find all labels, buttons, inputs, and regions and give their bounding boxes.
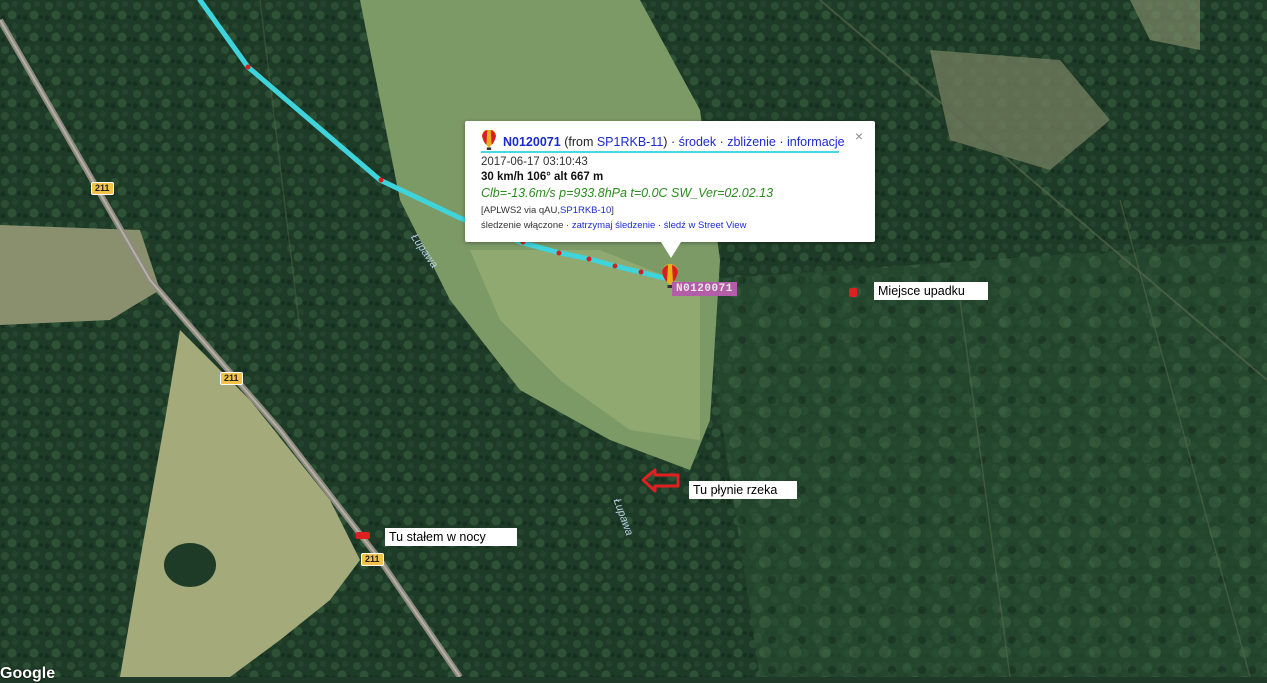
popup-link-info[interactable]: informacje xyxy=(787,135,845,149)
night-stop-marker xyxy=(356,532,370,539)
crash-site-marker xyxy=(849,288,857,297)
popup-header: N0120071 (from SP1RKB-11) · środek · zbl… xyxy=(481,129,845,153)
annotation-night-stop: Tu stałem w nocy xyxy=(385,528,517,546)
road-shield: 211 xyxy=(220,372,243,385)
road-shield: 211 xyxy=(361,553,384,566)
forest-island xyxy=(164,543,216,587)
popup-path-suffix: ] xyxy=(611,205,614,216)
popup-path-station[interactable]: SP1RKB-10 xyxy=(560,205,611,216)
popup-callsign[interactable]: N0120071 xyxy=(503,135,561,149)
popup-link-center[interactable]: środek xyxy=(679,135,717,149)
stop-tracking-link[interactable]: zatrzymaj śledzenie xyxy=(572,220,655,231)
tracking-status: śledzenie włączone xyxy=(481,220,564,231)
station-label[interactable]: N0120071 xyxy=(672,282,737,296)
popup-comment: Clb=-13.6m/s p=933.8hPa t=0.0C SW_Ver=02… xyxy=(481,186,774,200)
popup-path-prefix: [APLWS2 via qAU, xyxy=(481,205,561,216)
satellite-map[interactable] xyxy=(0,0,1267,677)
popup-path: [APLWS2 via qAU,SP1RKB-10] xyxy=(481,205,614,216)
popup-tracking: śledzenie włączone · zatrzymaj śledzenie… xyxy=(481,220,747,231)
popup-link-zoom[interactable]: zbliżenie xyxy=(727,135,776,149)
annotation-river: Tu płynie rzeka xyxy=(689,481,797,499)
balloon-icon xyxy=(481,129,497,153)
popup-from-suffix: ) xyxy=(663,135,668,149)
popup-speed-altitude: 30 km/h 106° alt 667 m xyxy=(481,171,604,183)
forest-area-light xyxy=(700,240,1267,677)
popup-from-prefix: (from xyxy=(564,135,597,149)
street-view-tracking-link[interactable]: śledź w Street View xyxy=(664,220,747,231)
road-shield: 211 xyxy=(91,182,114,195)
station-info-popup: N0120071 (from SP1RKB-11) · środek · zbl… xyxy=(465,121,875,258)
popup-divider xyxy=(481,151,839,153)
popup-timestamp: 2017-06-17 03:10:43 xyxy=(481,156,588,168)
google-logo: Google xyxy=(0,665,56,682)
close-icon[interactable]: × xyxy=(855,128,863,144)
annotation-crash-site: Miejsce upadku xyxy=(874,282,988,300)
popup-from-station[interactable]: SP1RKB-11 xyxy=(597,135,663,149)
